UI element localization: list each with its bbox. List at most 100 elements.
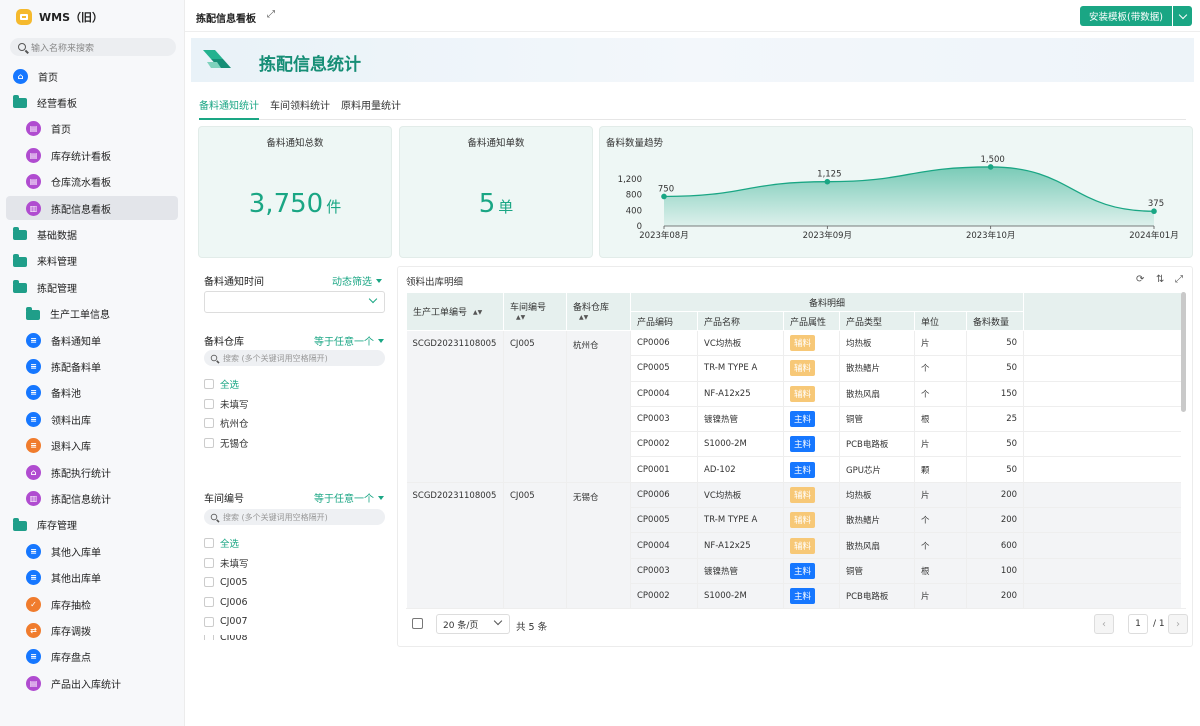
- table-scroll-area[interactable]: 生产工单编号 ▲▼ 车间编号▲▼ 备料仓库▲▼ 备料明细 产品编码 产品名称 产品…: [406, 292, 1181, 608]
- table-row[interactable]: SCGD20231108005 CJ005 杭州仓 CP0006 VC均热板 辅料 均热板片…: [406, 330, 1181, 483]
- cell-code: CP0001: [630, 456, 698, 483]
- column-toggle-icon[interactable]: [412, 618, 423, 629]
- cell-code: CP0006: [630, 482, 698, 509]
- col-code[interactable]: 产品编码: [630, 311, 698, 331]
- checkbox[interactable]: [204, 634, 214, 640]
- cell-type: 散热风扇: [839, 381, 915, 407]
- cell-blank: [1023, 381, 1181, 407]
- cell-type: 均热板: [839, 330, 915, 357]
- filter-option[interactable]: CJ006: [204, 595, 248, 609]
- filter-option[interactable]: 未填写: [204, 556, 249, 570]
- card-value: 5单: [400, 189, 592, 219]
- cell-name: NF-A12x25: [697, 381, 784, 407]
- x-tick-label: 2023年10月: [966, 230, 1015, 241]
- card-label: 备料通知单数: [467, 138, 525, 149]
- col-type[interactable]: 产品类型: [839, 311, 915, 331]
- count-unit: 单: [498, 198, 514, 216]
- checkbox[interactable]: [204, 557, 214, 568]
- cell-name: AD-102: [697, 456, 784, 483]
- cell-qty: 200: [966, 583, 1025, 608]
- total-count: 共 5 条: [516, 622, 548, 633]
- cell-code: CP0005: [630, 355, 698, 382]
- cell-attr: 辅料: [783, 482, 840, 509]
- cell-attr: 辅料: [783, 532, 840, 559]
- checkbox[interactable]: [204, 616, 214, 627]
- cell-name: 镀镍热管: [697, 558, 784, 584]
- cell-order: SCGD20231108005: [406, 482, 504, 608]
- cell-unit: 个: [914, 355, 967, 382]
- cell-qty: 50: [966, 355, 1025, 382]
- cell-code: CP0005: [630, 507, 698, 534]
- install-template-button[interactable]: 安装模板(带数据): [1080, 6, 1172, 26]
- order-count-card: 备料通知单数 5单: [399, 126, 593, 258]
- cell-type: 铜管: [839, 406, 915, 433]
- cell-qty: 600: [966, 532, 1025, 559]
- attr-badge: 辅料: [790, 537, 816, 554]
- cell-type: 散热鳍片: [839, 507, 915, 534]
- sidebar-item[interactable]: ≡ 库存盘点: [6, 645, 178, 669]
- data-point[interactable]: [661, 193, 667, 200]
- table-title: 领料出库明细: [406, 277, 464, 288]
- cell-code: CP0004: [630, 381, 698, 407]
- sort-settings-icon[interactable]: ⇅: [1156, 274, 1164, 285]
- cell-type: 散热风扇: [839, 532, 915, 559]
- checkbox[interactable]: [204, 597, 214, 608]
- cell-type: 均热板: [839, 482, 915, 509]
- chevron-down-icon: [493, 616, 503, 626]
- table-scrollbar[interactable]: [1181, 292, 1186, 412]
- col-qty[interactable]: 备料数量: [965, 311, 1025, 331]
- detail-table: 生产工单编号 ▲▼ 车间编号▲▼ 备料仓库▲▼ 备料明细 产品编码 产品名称 产品…: [406, 292, 1181, 608]
- cell-code: CP0004: [630, 532, 698, 559]
- attr-badge: 主料: [790, 588, 816, 605]
- next-page-button[interactable]: ›: [1168, 614, 1188, 634]
- checkbox[interactable]: [204, 577, 214, 588]
- cell-workshop: CJ005: [503, 482, 567, 608]
- col-warehouse[interactable]: 备料仓库▲▼: [566, 292, 631, 331]
- cell-workshop: CJ005: [503, 330, 567, 483]
- filter-option[interactable]: 全选: [204, 536, 239, 550]
- col-name[interactable]: 产品名称: [697, 311, 784, 331]
- data-point[interactable]: [1151, 208, 1157, 215]
- data-label: 1,500: [980, 155, 1004, 165]
- cell-attr: 主料: [783, 456, 840, 483]
- page-size-select[interactable]: 20 条/页: [436, 614, 510, 634]
- cell-type: GPU芯片: [839, 456, 915, 483]
- filter-option[interactable]: CJ008: [204, 634, 248, 640]
- cell-unit: 个: [914, 381, 967, 407]
- prev-page-button[interactable]: ‹: [1094, 614, 1114, 634]
- current-page-input[interactable]: 1: [1128, 614, 1148, 634]
- col-attr[interactable]: 产品属性: [783, 311, 840, 331]
- cell-code: CP0003: [630, 406, 698, 433]
- cell-blank: [1023, 482, 1181, 509]
- col-order-label: 生产工单编号: [413, 308, 468, 318]
- attr-badge: 辅料: [790, 335, 816, 352]
- cell-unit: 个: [914, 507, 967, 534]
- area-fill: [664, 166, 1154, 226]
- chevron-down-icon: [1178, 10, 1187, 19]
- install-dropdown-button[interactable]: [1173, 6, 1192, 26]
- data-point[interactable]: [987, 164, 994, 170]
- sidebar-item[interactable]: ▤ 产品出入库统计: [6, 671, 178, 695]
- table-row[interactable]: SCGD20231108005 CJ005 无锡仓 CP0006 VC均热板 辅料 均热板片…: [406, 482, 1181, 608]
- cell-attr: 主料: [783, 406, 840, 433]
- cell-unit: 根: [914, 558, 967, 584]
- cell-warehouse: 无锡仓: [566, 482, 631, 608]
- cell-warehouse: 杭州仓: [566, 330, 631, 483]
- list-icon: ≡: [26, 649, 41, 665]
- filter-option[interactable]: CJ005: [204, 575, 248, 589]
- data-point[interactable]: [824, 178, 831, 185]
- col-workshop[interactable]: 车间编号▲▼: [503, 292, 567, 331]
- y-tick-label: 1,200: [618, 175, 642, 185]
- col-order[interactable]: 生产工单编号 ▲▼: [406, 292, 504, 331]
- sort-icon: ▲▼: [579, 314, 589, 321]
- filter-option[interactable]: CJ007: [204, 615, 248, 629]
- checkbox[interactable]: [204, 538, 214, 548]
- refresh-icon[interactable]: ⟳: [1136, 274, 1144, 285]
- col-unit[interactable]: 单位: [914, 311, 967, 331]
- filter-option-label: CJ006: [220, 596, 248, 608]
- workshop-options: 全选未填写 CJ005 CJ006 CJ007 CJ008: [0, 0, 400, 640]
- cell-blank: [1023, 355, 1181, 382]
- fullscreen-icon[interactable]: ⤢: [1175, 274, 1183, 285]
- cell-name: VC均热板: [697, 330, 784, 357]
- cell-attr: 辅料: [783, 381, 840, 407]
